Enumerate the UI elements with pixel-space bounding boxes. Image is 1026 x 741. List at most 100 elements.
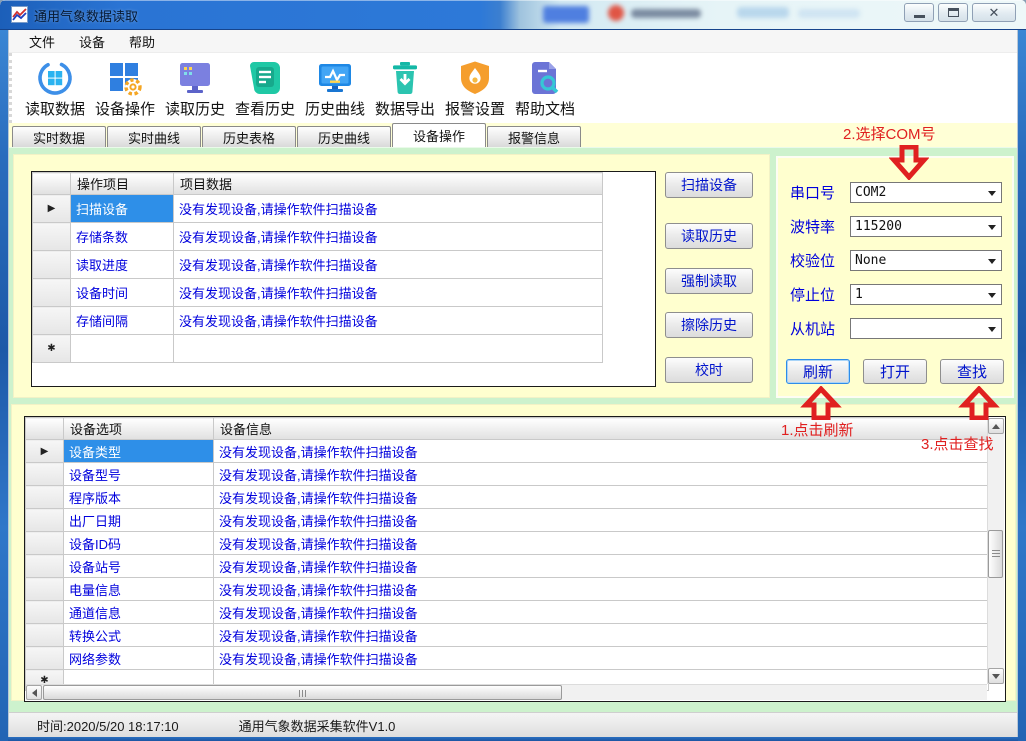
value-cell[interactable]: 没有发现设备,请操作软件扫描设备	[214, 463, 989, 486]
value-cell[interactable]: 没有发现设备,请操作软件扫描设备	[214, 578, 989, 601]
column-header[interactable]: 操作项目	[71, 173, 174, 195]
value-cell[interactable]: 没有发现设备,请操作软件扫描设备	[214, 555, 989, 578]
tab-realtime-curve[interactable]: 实时曲线	[107, 126, 201, 147]
toolbar-button-view-history[interactable]: 查看历史	[230, 57, 300, 119]
item-cell[interactable]: 程序版本	[64, 486, 214, 509]
row-header-cell[interactable]: ▶	[26, 440, 64, 463]
value-cell[interactable]: 没有发现设备,请操作软件扫描设备	[214, 624, 989, 647]
item-cell[interactable]: 电量信息	[64, 578, 214, 601]
item-cell[interactable]: 网络参数	[64, 647, 214, 670]
baud-rate-combo[interactable]: 115200	[850, 216, 1002, 237]
serial-port-combo[interactable]: COM2	[850, 182, 1002, 203]
row-header-cell[interactable]: ✱	[33, 335, 71, 363]
value-cell[interactable]: 没有发现设备,请操作软件扫描设备	[174, 279, 603, 307]
read-history-button[interactable]: 读取历史	[665, 223, 753, 249]
row-header-cell[interactable]	[26, 486, 64, 509]
row-header-cell[interactable]	[26, 601, 64, 624]
item-cell[interactable]: 设备类型	[64, 440, 214, 463]
toolbar-button-data-export[interactable]: 数据导出	[370, 57, 440, 119]
value-cell[interactable]: 没有发现设备,请操作软件扫描设备	[174, 223, 603, 251]
tab-realtime-data[interactable]: 实时数据	[12, 126, 106, 147]
chevron-down-icon[interactable]	[988, 191, 996, 196]
value-cell[interactable]: 没有发现设备,请操作软件扫描设备	[174, 251, 603, 279]
column-header[interactable]: 设备选项	[64, 418, 214, 440]
value-cell[interactable]: 没有发现设备,请操作软件扫描设备	[174, 195, 603, 223]
toolbar-label: 数据导出	[375, 98, 435, 119]
row-header-cell[interactable]	[26, 463, 64, 486]
stop-bit-combo[interactable]: 1	[850, 284, 1002, 305]
item-cell[interactable]: 读取进度	[71, 251, 174, 279]
item-cell[interactable]: 转换公式	[64, 624, 214, 647]
close-button[interactable]: ✕	[972, 3, 1016, 22]
slave-station-combo[interactable]	[850, 318, 1002, 339]
serial-field-row: 从机站	[790, 318, 1002, 339]
time-sync-button[interactable]: 校时	[665, 357, 753, 383]
scan-device-button[interactable]: 扫描设备	[665, 172, 753, 198]
row-header-cell[interactable]	[26, 532, 64, 555]
toolbar-button-help-doc[interactable]: 帮助文档	[510, 57, 580, 119]
value-cell[interactable]	[174, 335, 603, 363]
chevron-down-icon[interactable]	[988, 293, 996, 298]
row-header-cell[interactable]	[26, 509, 64, 532]
erase-history-button[interactable]: 擦除历史	[665, 312, 753, 338]
row-header-cell[interactable]	[26, 624, 64, 647]
column-header[interactable]: 设备信息	[214, 418, 989, 440]
h-scrollbar-thumb[interactable]	[43, 685, 562, 700]
parity-combo[interactable]: None	[850, 250, 1002, 271]
open-button[interactable]: 打开	[863, 359, 927, 384]
item-cell[interactable]: 扫描设备	[71, 195, 174, 223]
tab-history-table[interactable]: 历史表格	[202, 126, 296, 147]
toolbar-button-alarm-settings[interactable]: 报警设置	[440, 57, 510, 119]
chevron-down-icon[interactable]	[988, 225, 996, 230]
scroll-down-button[interactable]	[988, 668, 1004, 684]
row-header-cell[interactable]	[33, 307, 71, 335]
row-header-cell[interactable]	[26, 555, 64, 578]
menu-item-help[interactable]: 帮助	[119, 30, 165, 53]
item-cell[interactable]: 设备站号	[64, 555, 214, 578]
item-cell[interactable]: 设备ID码	[64, 532, 214, 555]
find-button[interactable]: 查找	[940, 359, 1004, 384]
item-cell[interactable]: 通道信息	[64, 601, 214, 624]
value-cell[interactable]: 没有发现设备,请操作软件扫描设备	[214, 601, 989, 624]
menu-item-file[interactable]: 文件	[19, 30, 65, 53]
item-cell[interactable]: 出厂日期	[64, 509, 214, 532]
minimize-button[interactable]	[904, 3, 934, 22]
value-cell[interactable]: 没有发现设备,请操作软件扫描设备	[214, 509, 989, 532]
h-scrollbar[interactable]	[26, 684, 987, 700]
value-cell[interactable]: 没有发现设备,请操作软件扫描设备	[214, 647, 989, 670]
value-cell[interactable]: 没有发现设备,请操作软件扫描设备	[214, 440, 989, 463]
scroll-up-button[interactable]	[988, 418, 1004, 434]
row-header-cell[interactable]	[33, 251, 71, 279]
value-cell[interactable]: 没有发现设备,请操作软件扫描设备	[214, 532, 989, 555]
item-cell[interactable]	[71, 335, 174, 363]
chevron-down-icon[interactable]	[988, 259, 996, 264]
item-cell[interactable]: 存储间隔	[71, 307, 174, 335]
toolbar-button-device-ops[interactable]: 设备操作	[90, 57, 160, 119]
toolbar-button-read-history[interactable]: 读取历史	[160, 57, 230, 119]
value-cell[interactable]: 没有发现设备,请操作软件扫描设备	[214, 486, 989, 509]
row-header-cell[interactable]	[33, 279, 71, 307]
tab-alarm-info[interactable]: 报警信息	[487, 126, 581, 147]
toolbar-button-history-curve[interactable]: 历史曲线	[300, 57, 370, 119]
tab-history-curve[interactable]: 历史曲线	[297, 126, 391, 147]
column-header[interactable]: 项目数据	[174, 173, 603, 195]
tab-device-ops[interactable]: 设备操作	[392, 123, 486, 147]
item-cell[interactable]: 设备时间	[71, 279, 174, 307]
force-read-button[interactable]: 强制读取	[665, 268, 753, 294]
row-header-cell[interactable]	[33, 223, 71, 251]
row-header-cell[interactable]: ▶	[33, 195, 71, 223]
value-cell[interactable]: 没有发现设备,请操作软件扫描设备	[174, 307, 603, 335]
row-header-cell[interactable]	[26, 578, 64, 601]
v-scrollbar-thumb[interactable]	[988, 530, 1003, 578]
table-row: 设备ID码没有发现设备,请操作软件扫描设备	[26, 532, 989, 555]
chevron-down-icon[interactable]	[988, 327, 996, 332]
v-scrollbar[interactable]	[987, 418, 1004, 684]
scroll-left-button[interactable]	[26, 685, 42, 700]
refresh-button[interactable]: 刷新	[786, 359, 850, 384]
menu-item-device[interactable]: 设备	[69, 30, 115, 53]
maximize-button[interactable]	[938, 3, 968, 22]
item-cell[interactable]: 存储条数	[71, 223, 174, 251]
row-header-cell[interactable]	[26, 647, 64, 670]
toolbar-button-read-data[interactable]: 读取数据	[20, 57, 90, 119]
item-cell[interactable]: 设备型号	[64, 463, 214, 486]
